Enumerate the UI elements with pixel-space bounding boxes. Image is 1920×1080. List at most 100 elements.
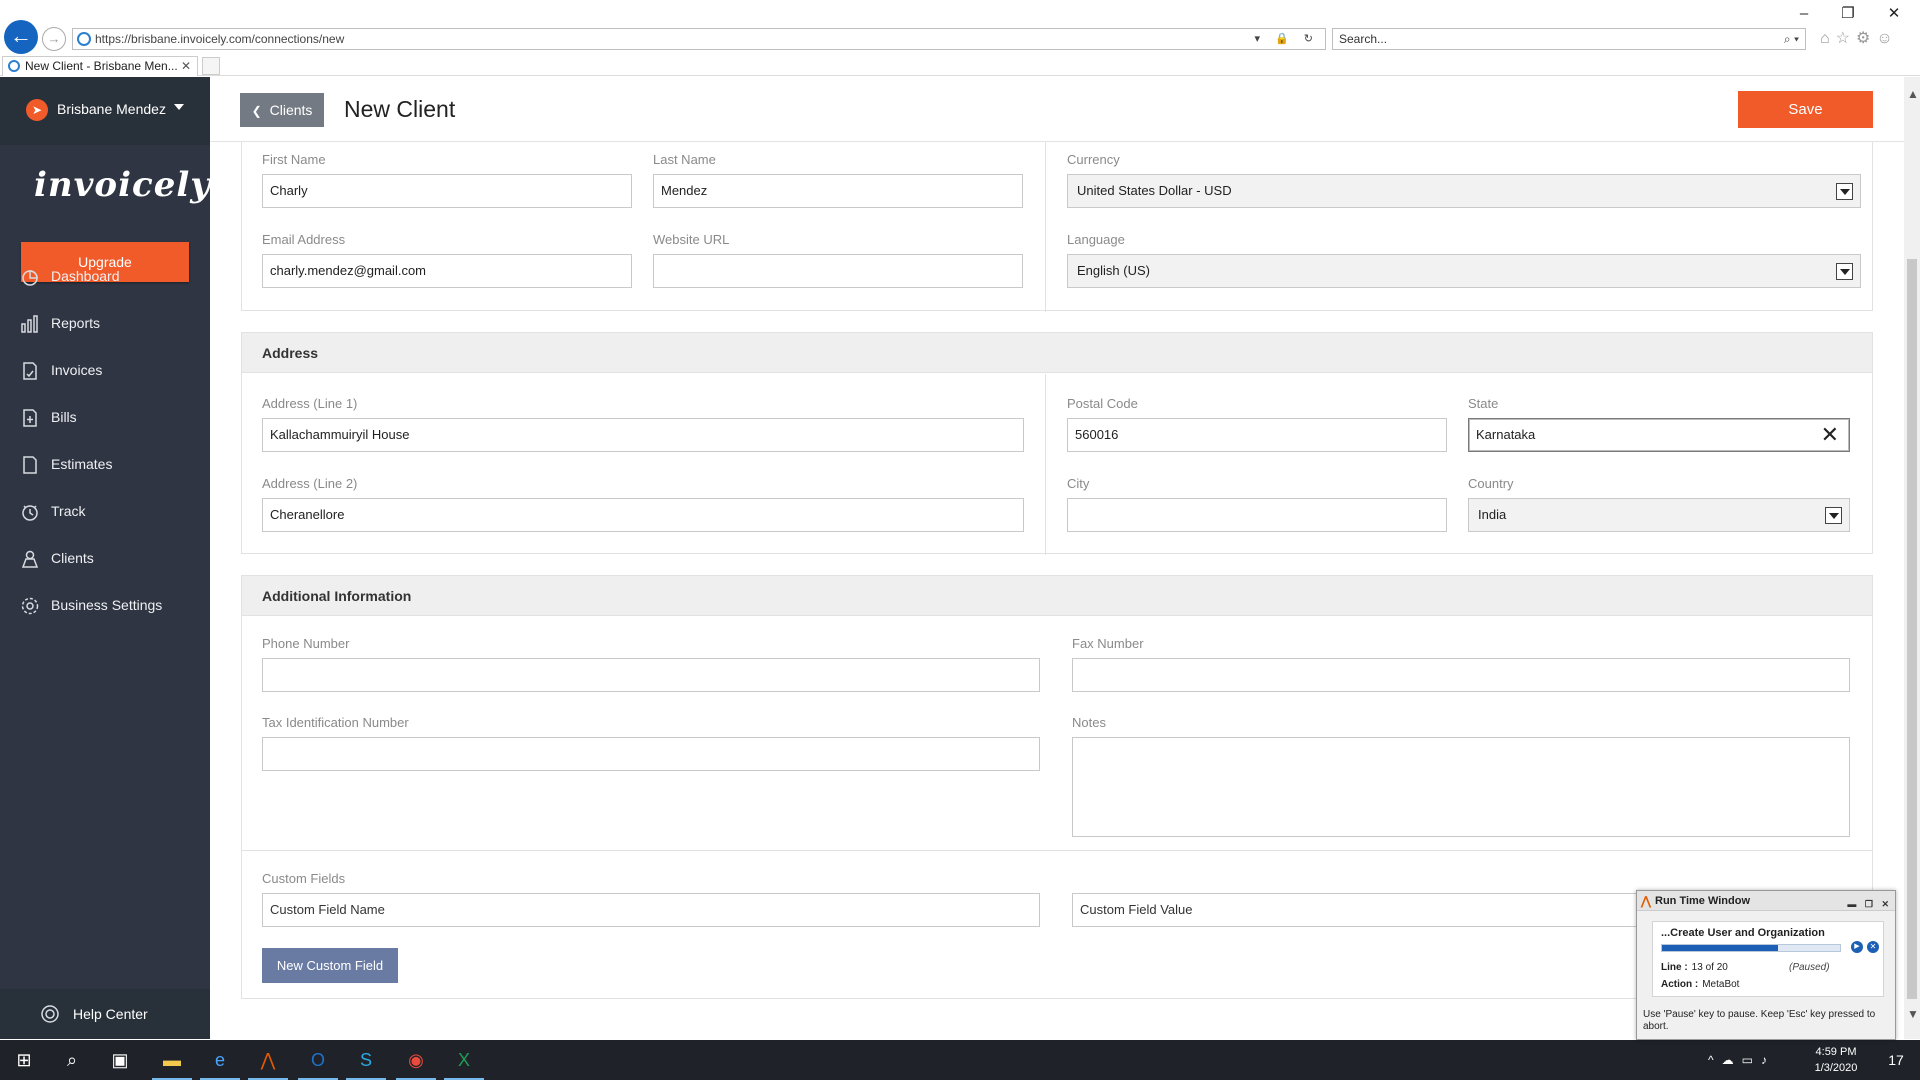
sidebar-item-estimates[interactable]: Estimates	[0, 447, 210, 483]
save-button[interactable]: Save	[1738, 91, 1873, 128]
reports-icon	[21, 315, 38, 333]
search-icon[interactable]: ⌕ ▾	[1784, 29, 1799, 49]
notes-label: Notes	[1072, 715, 1106, 730]
windows-taskbar: ⊞ ⌕ ▣ ▬ e ⋀ O S ◉ X ^☁▭♪ 4:59 PM 1/3/202…	[0, 1040, 1920, 1080]
tax-id-label: Tax Identification Number	[262, 715, 409, 730]
divider	[1045, 374, 1046, 555]
first-name-field[interactable]: Charly	[262, 174, 632, 208]
back-arrow-icon[interactable]: ←	[4, 20, 38, 54]
address-line2-field[interactable]: Cheranellore	[262, 498, 1024, 532]
invoicely-logo[interactable]: invoicely	[34, 165, 211, 205]
new-tab-button[interactable]	[202, 57, 220, 75]
postal-code-field[interactable]: 560016	[1067, 418, 1447, 452]
file-explorer-icon[interactable]: ▬	[148, 1040, 196, 1080]
bills-icon	[23, 409, 37, 427]
fax-field[interactable]	[1072, 658, 1850, 692]
email-field[interactable]: charly.mendez@gmail.com	[262, 254, 632, 288]
skype-icon[interactable]: S	[342, 1040, 390, 1080]
browser-toolbar-icons[interactable]: ⌂☆⚙☺	[1820, 28, 1899, 48]
state-field[interactable]: Karnataka ✕	[1468, 418, 1850, 452]
sidebar-item-invoices[interactable]: Invoices	[0, 353, 210, 389]
window-controls-icon[interactable]: ▬ ❐ ✕	[1847, 894, 1892, 914]
search-taskbar-icon[interactable]: ⌕	[48, 1040, 96, 1080]
sidebar-item-label: Dashboard	[51, 268, 120, 284]
play-icon[interactable]: ▶	[1851, 941, 1863, 953]
address-line1-label: Address (Line 1)	[262, 396, 358, 411]
country-value: India	[1478, 507, 1507, 522]
action-center-icon[interactable]: 17	[1876, 1040, 1916, 1080]
custom-fields-label: Custom Fields	[262, 871, 346, 886]
tab-close-icon[interactable]: ✕	[181, 57, 191, 75]
lifebuoy-icon	[41, 1005, 59, 1023]
sidebar-item-reports[interactable]: Reports	[0, 306, 210, 342]
tax-id-field[interactable]	[262, 737, 1040, 771]
task-view-icon[interactable]: ▣	[96, 1040, 144, 1080]
system-tray-icons[interactable]: ^☁▭♪	[1708, 1040, 1775, 1080]
postal-code-label: Postal Code	[1067, 396, 1138, 411]
dropdown-arrow-icon[interactable]	[1836, 183, 1853, 200]
invoices-icon	[23, 362, 37, 380]
browser-tab[interactable]: New Client - Brisbane Men... ✕	[2, 56, 198, 76]
country-select[interactable]: India	[1468, 498, 1850, 532]
first-name-label: First Name	[262, 152, 326, 167]
sidebar-item-label: Bills	[51, 409, 77, 425]
city-field[interactable]	[1067, 498, 1447, 532]
last-name-field[interactable]: Mendez	[653, 174, 1023, 208]
sidebar-item-dashboard[interactable]: Dashboard	[0, 259, 210, 295]
run-time-hint: Use 'Pause' key to pause. Keep 'Esc' key…	[1643, 1009, 1876, 1032]
paused-status: (Paused)	[1789, 962, 1830, 973]
address-tools-icon[interactable]: ▾ 🔒 ↻	[1254, 29, 1319, 49]
outlook-icon[interactable]: O	[294, 1040, 342, 1080]
sidebar-item-track[interactable]: Track	[0, 494, 210, 530]
address-line1-field[interactable]: Kallachammuiryil House	[262, 418, 1024, 452]
sidebar-item-bills[interactable]: Bills	[0, 400, 210, 436]
currency-select[interactable]: United States Dollar - USD	[1067, 174, 1861, 208]
automation-anywhere-icon[interactable]: ⋀	[244, 1040, 292, 1080]
currency-label: Currency	[1067, 152, 1120, 167]
dropdown-arrow-icon[interactable]	[1836, 263, 1853, 280]
clear-x-icon[interactable]: ✕	[1821, 419, 1839, 451]
action-label: Action :	[1661, 979, 1699, 990]
sidebar-item-clients[interactable]: Clients	[0, 541, 210, 577]
dropdown-arrow-icon[interactable]	[1825, 507, 1842, 524]
custom-field-name-input[interactable]: Custom Field Name	[262, 893, 1040, 927]
new-custom-field-button[interactable]: New Custom Field	[262, 948, 398, 983]
track-icon	[22, 505, 38, 521]
page-scrollbar[interactable]: ▲ ▼	[1904, 77, 1920, 1039]
taskbar-clock[interactable]: 4:59 PM 1/3/2020	[1806, 1044, 1866, 1076]
website-field[interactable]	[653, 254, 1023, 288]
minimize-window-button[interactable]: –	[1786, 4, 1822, 24]
internet-explorer-icon[interactable]: e	[196, 1040, 244, 1080]
scroll-up-icon[interactable]: ▲	[1907, 87, 1919, 101]
user-avatar-icon: ➤	[26, 99, 48, 121]
chrome-icon[interactable]: ◉	[392, 1040, 440, 1080]
notes-textarea[interactable]	[1072, 737, 1850, 837]
back-to-clients-button[interactable]: ❮ Clients	[240, 93, 324, 127]
restore-window-button[interactable]: ❐	[1830, 4, 1866, 24]
windows-start-icon[interactable]: ⊞	[0, 1040, 48, 1080]
sidebar-item-label: Business Settings	[51, 597, 163, 613]
address-bar[interactable]: https://brisbane.invoicely.com/connectio…	[72, 28, 1326, 50]
phone-field[interactable]	[262, 658, 1040, 692]
run-time-title-bar[interactable]: ⋀ Run Time Window ▬ ❐ ✕	[1637, 891, 1895, 911]
caret-down-icon	[174, 104, 184, 110]
last-name-label: Last Name	[653, 152, 716, 167]
help-center-link[interactable]: Help Center	[0, 989, 210, 1039]
sidebar-item-business-settings[interactable]: Business Settings	[0, 588, 210, 624]
browser-search-input[interactable]: Search... ⌕ ▾	[1332, 28, 1806, 50]
line-label: Line :	[1661, 962, 1688, 973]
page-header: ❮ Clients New Client Save	[210, 77, 1904, 142]
user-menu[interactable]: ➤ Brisbane Mendez	[0, 77, 210, 145]
language-select[interactable]: English (US)	[1067, 254, 1861, 288]
forward-arrow-icon[interactable]: →	[42, 27, 66, 51]
run-time-status-box: ...Create User and Organization ▶ ✕ Line…	[1652, 921, 1884, 997]
task-name: ...Create User and Organization	[1661, 927, 1825, 939]
excel-icon[interactable]: X	[440, 1040, 488, 1080]
run-time-title: Run Time Window	[1655, 895, 1751, 907]
state-label: State	[1468, 396, 1499, 411]
scrollbar-thumb[interactable]	[1907, 259, 1917, 999]
scroll-down-icon[interactable]: ▼	[1907, 1007, 1919, 1021]
stop-icon[interactable]: ✕	[1867, 941, 1879, 953]
close-window-button[interactable]: ✕	[1876, 4, 1912, 24]
automation-anywhere-icon: ⋀	[1641, 894, 1651, 908]
